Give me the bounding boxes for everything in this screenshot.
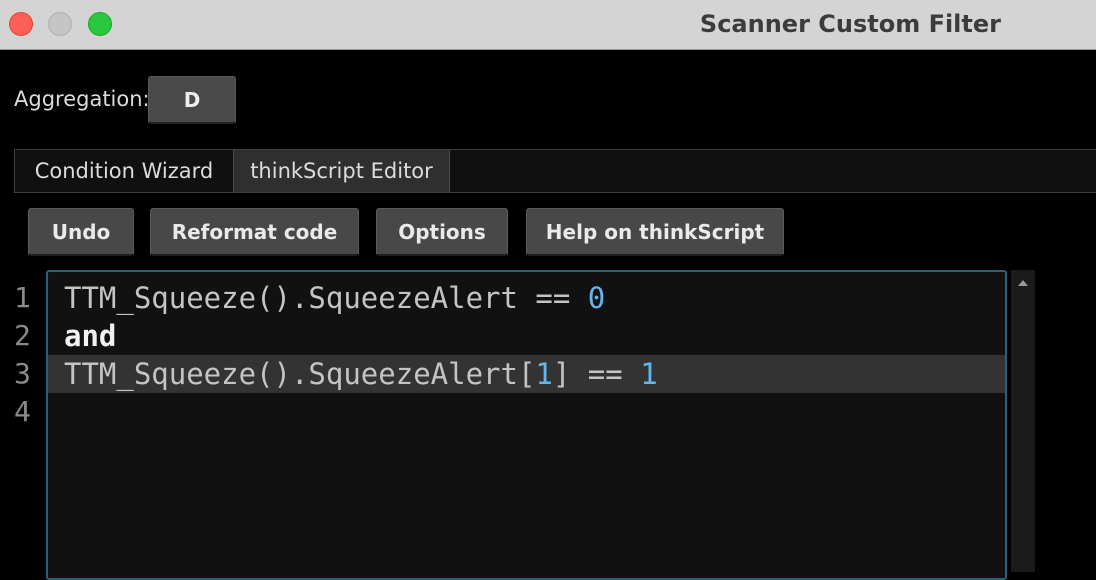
code-number: 0 xyxy=(587,281,606,315)
undo-button[interactable]: Undo xyxy=(28,208,134,256)
code-text: TTM_Squeeze().SqueezeAlert == xyxy=(64,281,588,315)
code-line[interactable] xyxy=(48,393,1005,431)
line-number: 2 xyxy=(14,319,31,352)
line-number: 4 xyxy=(14,395,31,428)
code-number: 1 xyxy=(640,357,658,391)
title-bar: Scanner Custom Filter xyxy=(0,0,1096,50)
window-title: Scanner Custom Filter xyxy=(699,10,1001,38)
code-line[interactable]: TTM_Squeeze().SqueezeAlert == 0 xyxy=(48,279,1005,317)
tab-bar: Condition Wizard thinkScript Editor xyxy=(14,149,1096,193)
close-window-button[interactable] xyxy=(9,12,33,36)
line-number-gutter: 1 2 3 4 xyxy=(14,272,44,572)
vertical-scrollbar[interactable] xyxy=(1011,270,1035,572)
code-line[interactable]: and xyxy=(48,317,1005,355)
code-line-highlighted[interactable]: TTM_Squeeze().SqueezeAlert[1] == 1 xyxy=(48,355,1005,393)
aggregation-label: Aggregation: xyxy=(14,87,150,111)
code-text: ] == xyxy=(552,357,641,391)
minimize-window-button[interactable] xyxy=(48,12,72,36)
zoom-window-button[interactable] xyxy=(88,12,112,36)
code-editor[interactable]: TTM_Squeeze().SqueezeAlert == 0 and TTM_… xyxy=(46,270,1007,580)
scroll-up-arrow-icon[interactable] xyxy=(1018,280,1028,286)
tab-thinkscript-editor[interactable]: thinkScript Editor xyxy=(233,150,450,192)
code-number: 1 xyxy=(535,357,553,391)
help-on-thinkscript-button[interactable]: Help on thinkScript xyxy=(526,208,784,256)
line-number: 1 xyxy=(14,281,31,314)
tab-condition-wizard[interactable]: Condition Wizard xyxy=(14,150,233,192)
code-keyword: and xyxy=(64,319,117,353)
reformat-code-button[interactable]: Reformat code xyxy=(150,208,359,256)
options-button[interactable]: Options xyxy=(376,208,508,256)
code-text: TTM_Squeeze().SqueezeAlert[ xyxy=(64,357,536,391)
line-number: 3 xyxy=(14,357,31,390)
aggregation-button[interactable]: D xyxy=(148,76,236,124)
